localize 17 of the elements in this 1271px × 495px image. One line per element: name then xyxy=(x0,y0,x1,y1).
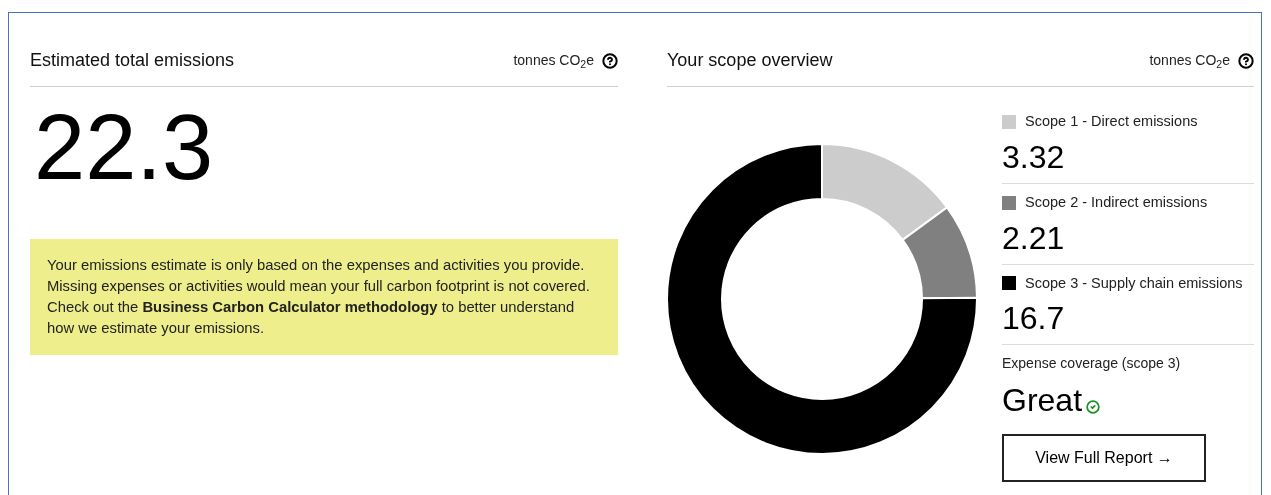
legend-label: Scope 3 - Supply chain emissions xyxy=(1025,273,1243,293)
section-title: Estimated total emissions xyxy=(30,49,235,72)
unit-label: tonnes CO$_{2}$e xyxy=(1149,51,1230,71)
help-icon[interactable] xyxy=(602,52,618,69)
scope-value: 3.32 xyxy=(1002,140,1066,173)
scope-value: 2.21 xyxy=(1002,221,1066,254)
section-title: Your scope overview xyxy=(667,49,833,72)
view-report-button[interactable]: View Full Report → xyxy=(1002,434,1206,483)
notice-text: Your emissions estimate is only based on the expenses and activities you provide. Missing expenses or activities would mean your full carbon footprint is not covered. Check out the Business Carbon Calculator methodology to better understand how we estimate your emissions. xyxy=(47,256,590,338)
unit-label: tonnes CO$_{2}$e xyxy=(513,51,594,71)
total-value: 22.3 xyxy=(34,101,215,193)
legend-label: Scope 1 - Direct emissions xyxy=(1025,112,1198,131)
legend-label: Scope 2 - Indirect emissions xyxy=(1025,192,1208,212)
coverage-label: Expense coverage (scope 3) xyxy=(1002,354,1182,374)
scope-value: 16.7 xyxy=(1002,302,1066,335)
coverage-rating: Great xyxy=(1002,384,1083,417)
help-icon[interactable] xyxy=(1238,52,1254,69)
